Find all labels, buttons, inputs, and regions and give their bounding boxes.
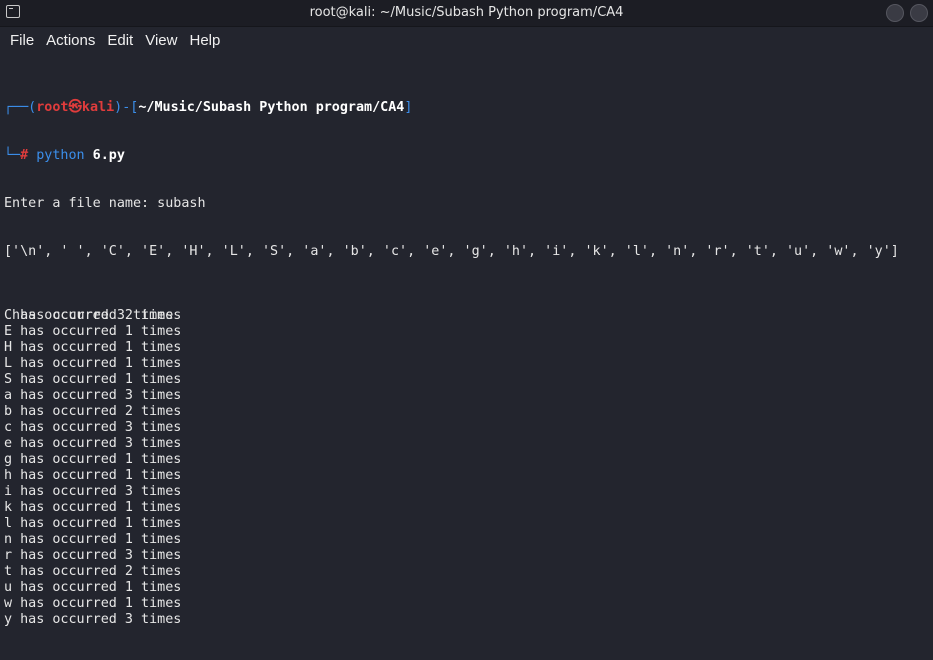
prompt-user-host: root㉿kali (36, 100, 115, 115)
output-count-line: c has occurred 3 times (4, 420, 182, 435)
prompt-hash: # (20, 148, 37, 163)
output-count-line: k has occurred 1 times (4, 500, 182, 515)
menu-actions[interactable]: Actions (40, 32, 101, 49)
prompt-end: ] (404, 100, 413, 115)
prompt-line-top: ┌──(root㉿kali)-[~/Music/Subash Python pr… (4, 100, 933, 116)
window-title: root@kali: ~/Music/Subash Python program… (309, 5, 624, 20)
menu-file[interactable]: File (4, 32, 40, 49)
output-count-line: h has occurred 1 times (4, 468, 182, 483)
menu-edit[interactable]: Edit (101, 32, 139, 49)
output-count-line: i has occurred 3 times (4, 484, 182, 499)
terminal-output[interactable]: ┌──(root㉿kali)-[~/Music/Subash Python pr… (0, 68, 933, 627)
output-count-line: b has occurred 2 times (4, 404, 182, 419)
prompt-corner-bottom: └─ (4, 148, 21, 163)
prompt-corner-top: ┌──( (4, 100, 37, 115)
prompt-line-command: └─# python 6.py (4, 148, 933, 164)
menu-help[interactable]: Help (183, 32, 226, 49)
output-count-line: L has occurred 1 times (4, 356, 182, 371)
output-count-line: E has occurred 1 times (4, 324, 182, 339)
output-counts: has occurred 3 times C has occurred 2 tim… (4, 292, 933, 628)
output-count-line: r has occurred 3 times (4, 548, 182, 563)
prompt-mid: )-[ (114, 100, 139, 115)
prompt-path: ~/Music/Subash Python program/CA4 (138, 100, 405, 115)
title-bar: root@kali: ~/Music/Subash Python program… (0, 0, 933, 27)
terminal-window: root@kali: ~/Music/Subash Python program… (0, 0, 933, 627)
output-list-line: ['\n', ' ', 'C', 'E', 'H', 'L', 'S', 'a'… (4, 244, 899, 259)
command-name: python (36, 148, 85, 163)
output-count-line: S has occurred 1 times (4, 372, 182, 387)
close-button[interactable] (910, 4, 928, 22)
output-count-line: has occurred 3 times (12, 308, 174, 323)
minimize-button[interactable] (886, 4, 904, 22)
output-input-line: Enter a file name: subash (4, 196, 206, 211)
menu-bar: File Actions Edit View Help (0, 27, 933, 53)
menu-view[interactable]: View (139, 32, 183, 49)
output-count-line: C has occurred 2 times (4, 308, 182, 323)
output-count-line: e has occurred 3 times (4, 436, 182, 451)
output-count-line: u has occurred 1 times (4, 580, 182, 595)
command-arg: 6.py (84, 148, 125, 163)
output-count-line: a has occurred 3 times (4, 388, 182, 403)
output-count-line: t has occurred 2 times (4, 564, 182, 579)
output-count-line: H has occurred 1 times (4, 340, 182, 355)
output-count-line: n has occurred 1 times (4, 532, 182, 547)
output-count-line: w has occurred 1 times (4, 596, 182, 611)
output-count-line: l has occurred 1 times (4, 516, 182, 531)
output-count-line: y has occurred 3 times (4, 612, 182, 627)
output-count-line: g has occurred 1 times (4, 452, 182, 467)
